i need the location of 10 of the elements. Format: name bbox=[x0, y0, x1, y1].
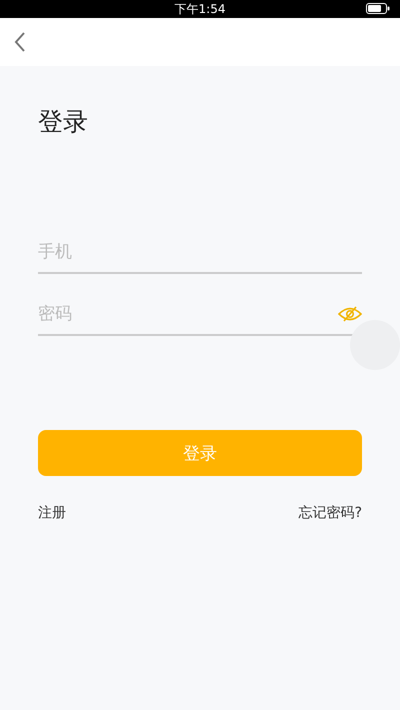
forgot-password-link[interactable]: 忘记密码? bbox=[298, 504, 362, 522]
register-link[interactable]: 注册 bbox=[38, 504, 66, 522]
status-time: 下午1:54 bbox=[174, 0, 226, 18]
battery-icon bbox=[366, 3, 390, 14]
password-field[interactable]: 密码 bbox=[38, 304, 338, 324]
floating-button[interactable] bbox=[350, 320, 400, 370]
phone-field[interactable]: 手机 bbox=[38, 242, 362, 262]
page-title: 登录 bbox=[38, 106, 89, 138]
eye-off-icon[interactable] bbox=[338, 306, 362, 322]
back-icon[interactable] bbox=[14, 32, 26, 52]
